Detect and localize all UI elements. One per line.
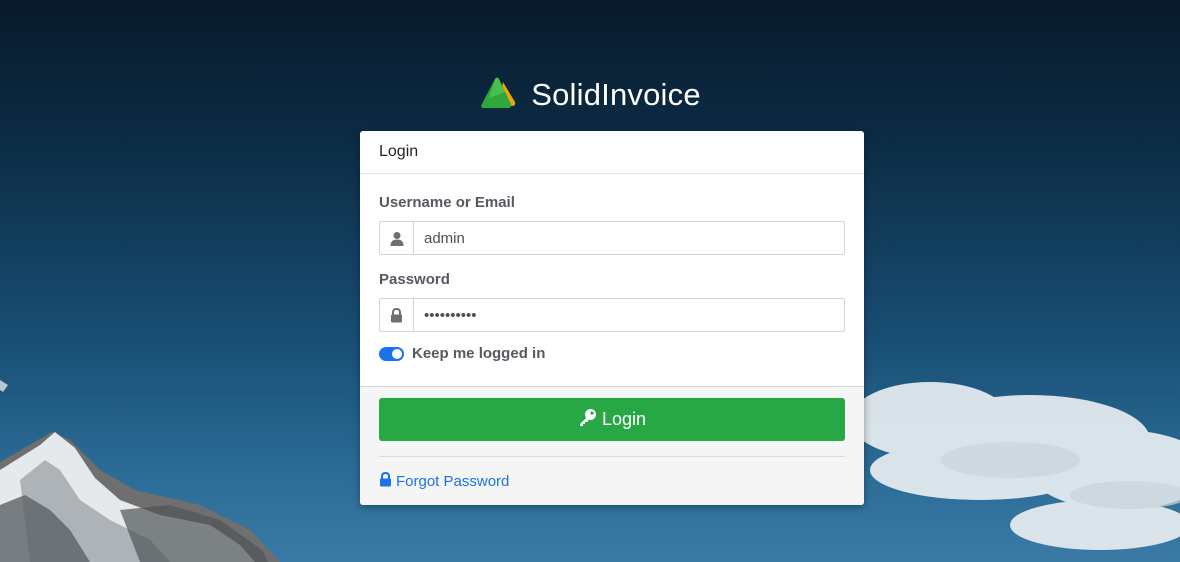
brand-header: SolidInvoice — [0, 74, 1180, 115]
solidinvoice-logo-icon — [479, 74, 521, 115]
username-input-group — [379, 221, 845, 255]
lock-icon — [379, 471, 392, 491]
password-label: Password — [379, 271, 450, 288]
login-button[interactable]: Login — [379, 398, 845, 441]
remember-me-toggle[interactable] — [379, 346, 404, 361]
forgot-password-label: Forgot Password — [396, 473, 510, 490]
password-input-group — [379, 298, 845, 332]
login-card: Login Username or Email Password — [360, 131, 864, 505]
remember-me-row: Keep me logged in — [379, 345, 845, 362]
remember-me-label[interactable]: Keep me logged in — [412, 345, 545, 362]
password-input[interactable] — [414, 299, 844, 331]
login-card-header: Login — [360, 131, 864, 174]
login-button-label: Login — [601, 409, 647, 429]
username-label: Username or Email — [379, 194, 515, 211]
user-icon — [380, 222, 414, 254]
brand-name: SolidInvoice — [531, 76, 701, 112]
lock-icon — [380, 299, 414, 331]
forgot-password-link[interactable]: Forgot Password — [379, 471, 845, 491]
username-input[interactable] — [414, 222, 844, 254]
login-card-footer: Login Forgot Password — [360, 386, 864, 505]
footer-divider — [379, 456, 845, 457]
login-card-title: Login — [379, 143, 419, 160]
key-icon — [578, 408, 597, 432]
login-form: Username or Email Password Keep me — [360, 174, 864, 386]
